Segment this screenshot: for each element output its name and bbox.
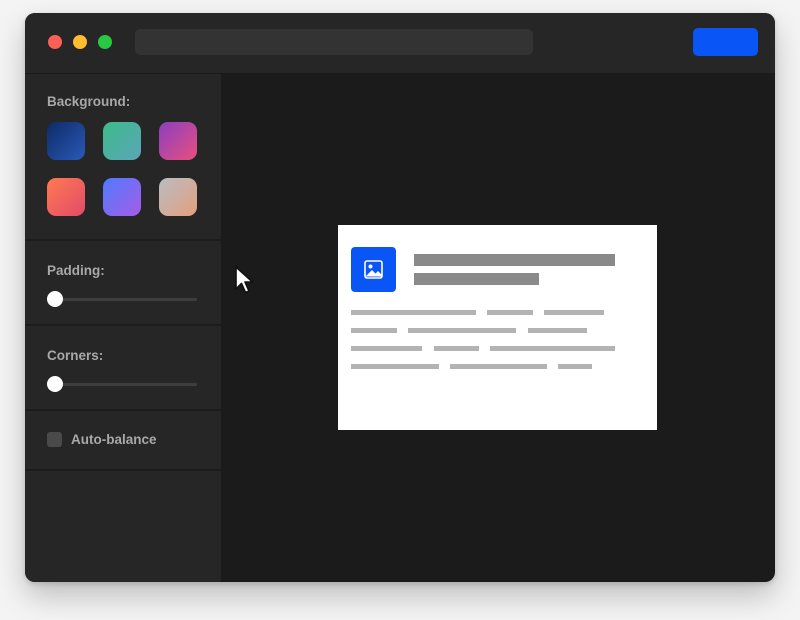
settings-sidebar: Background: Padding: Corners: Auto-balan…	[25, 74, 222, 582]
swatch-deep-blue[interactable]	[47, 122, 85, 160]
padding-slider[interactable]	[47, 291, 197, 307]
text-line	[351, 328, 397, 333]
text-line	[450, 364, 547, 369]
text-line	[351, 364, 439, 369]
auto-balance-checkbox[interactable]	[47, 432, 62, 447]
text-line	[351, 346, 422, 351]
mouse-pointer-icon	[235, 266, 254, 294]
swatch-gray-peach[interactable]	[159, 178, 197, 216]
image-placeholder	[351, 247, 396, 292]
preview-title-line	[414, 254, 615, 266]
corners-slider-thumb[interactable]	[47, 376, 63, 392]
swatch-blue-purple[interactable]	[103, 178, 141, 216]
text-line	[490, 346, 615, 351]
swatch-green-teal[interactable]	[103, 122, 141, 160]
title-bar	[25, 13, 775, 74]
corners-slider[interactable]	[47, 376, 197, 392]
image-icon	[364, 260, 383, 279]
text-line	[544, 310, 604, 315]
text-line	[434, 346, 479, 351]
preview-card	[338, 225, 657, 430]
corners-slider-track	[55, 383, 197, 386]
preview-subtitle-line	[414, 273, 539, 285]
app-window: Background: Padding: Corners: Auto-balan…	[25, 13, 775, 582]
background-section: Background:	[25, 74, 221, 241]
maximize-window-button[interactable]	[98, 35, 112, 49]
close-window-button[interactable]	[48, 35, 62, 49]
swatch-orange-red[interactable]	[47, 178, 85, 216]
auto-balance-section: Auto-balance	[25, 411, 221, 471]
corners-section: Corners:	[25, 326, 221, 411]
padding-label: Padding:	[47, 263, 105, 278]
address-bar[interactable]	[135, 29, 533, 55]
padding-slider-thumb[interactable]	[47, 291, 63, 307]
text-line	[558, 364, 592, 369]
swatch-purple-pink[interactable]	[159, 122, 197, 160]
export-button[interactable]	[693, 28, 758, 56]
corners-label: Corners:	[47, 348, 104, 363]
text-line	[408, 328, 516, 333]
text-line	[528, 328, 587, 333]
auto-balance-label[interactable]: Auto-balance	[71, 432, 157, 447]
padding-slider-track	[55, 298, 197, 301]
text-line	[351, 310, 476, 315]
minimize-window-button[interactable]	[73, 35, 87, 49]
text-line	[487, 310, 533, 315]
padding-section: Padding:	[25, 241, 221, 326]
background-label: Background:	[47, 94, 131, 109]
